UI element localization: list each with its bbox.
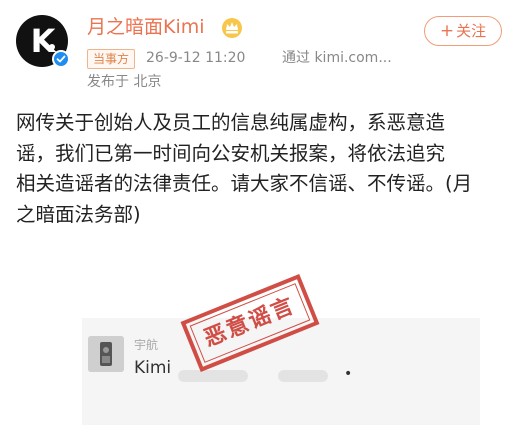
embedded-avatar — [88, 336, 124, 372]
embedded-sender-name: 宇航 — [134, 338, 159, 352]
post-timestamp: 26-9-12 11:20 — [146, 50, 246, 66]
post-location: 发布于 北京 — [87, 74, 162, 90]
embedded-message-text: Kimi — [134, 358, 172, 378]
author-username[interactable]: 月之暗面Kimi — [87, 14, 205, 40]
crown-icon — [222, 18, 242, 38]
post-text-line: 谣，我们已第一时间向公安机关报案，将依法追究 — [16, 141, 446, 165]
blurred-text-smear — [278, 370, 328, 382]
post-text-line: 网传关于创始人及员工的信息纯属虚构，系恶意造 — [16, 111, 446, 134]
follow-button-label: 关注 — [456, 22, 487, 40]
blurred-text-smear — [178, 370, 248, 382]
follow-button[interactable]: + 关注 — [424, 16, 502, 46]
post-source[interactable]: 通过 kimi.com... — [282, 48, 392, 68]
plus-icon: + — [439, 21, 455, 41]
embedded-dot: • — [344, 366, 353, 382]
post-body-text: 网传关于创始人及员工的信息纯属虚构，系恶意造 谣，我们已第一时间向公安机关报案，… — [16, 108, 504, 230]
post-text-line: 之暗面法务部) — [16, 202, 141, 226]
party-tag-badge: 当事方 — [87, 49, 136, 69]
post-text-line: 相关造谣者的法律责任。请大家不信谣、不传谣。(月 — [16, 172, 473, 195]
verified-check-icon — [52, 50, 70, 68]
weibo-post: K 月之暗面Kimi + 关注 当事方 26-9-12 11:20 通过 kimi… — [0, 0, 520, 425]
avatar-logo-dot — [49, 44, 55, 50]
